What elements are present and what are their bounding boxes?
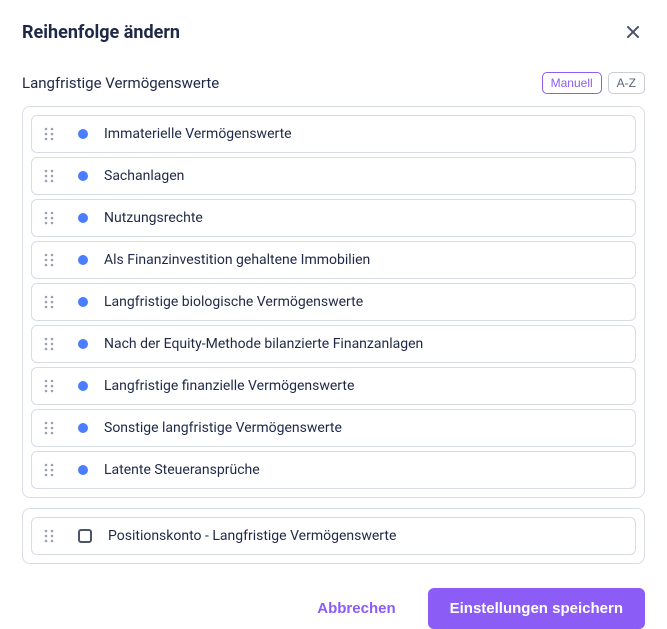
item-indicator-icon <box>78 339 88 349</box>
item-label: Nutzungsrechte <box>104 210 203 226</box>
list-item[interactable]: Langfristige biologische Vermögenswerte <box>31 283 636 321</box>
dialog-header: Reihenfolge ändern <box>22 20 645 44</box>
item-indicator-icon <box>78 255 88 265</box>
drag-handle-icon[interactable] <box>42 295 56 309</box>
item-label: Sonstige langfristige Vermögenswerte <box>104 420 342 436</box>
close-icon <box>625 24 641 40</box>
list-item[interactable]: Latente Steueransprüche <box>31 451 636 489</box>
list-item[interactable]: Positionskonto - Langfristige Vermögensw… <box>31 517 636 555</box>
item-label: Latente Steueransprüche <box>104 462 260 478</box>
item-label: Langfristige biologische Vermögenswerte <box>104 294 363 310</box>
list-item[interactable]: Nutzungsrechte <box>31 199 636 237</box>
items-list: Immaterielle Vermögenswerte Sachanlagen … <box>22 106 645 498</box>
sort-az-button[interactable]: A-Z <box>608 72 645 94</box>
item-label: Als Finanzinvestition gehaltene Immobili… <box>104 252 370 268</box>
item-indicator-icon <box>78 171 88 181</box>
drag-handle-icon[interactable] <box>42 421 56 435</box>
dialog-footer: Abbrechen Einstellungen speichern <box>22 588 645 629</box>
item-label: Langfristige finanzielle Vermögenswerte <box>104 378 354 394</box>
item-indicator-icon <box>78 381 88 391</box>
drag-handle-icon[interactable] <box>42 463 56 477</box>
drag-handle-icon[interactable] <box>42 337 56 351</box>
sort-toggle: Manuell A-Z <box>542 72 645 94</box>
list-item[interactable]: Sachanlagen <box>31 157 636 195</box>
drag-handle-icon[interactable] <box>42 529 56 543</box>
list-item[interactable]: Als Finanzinvestition gehaltene Immobili… <box>31 241 636 279</box>
save-button[interactable]: Einstellungen speichern <box>428 588 645 629</box>
sort-manual-button[interactable]: Manuell <box>542 72 602 94</box>
drag-handle-icon[interactable] <box>42 211 56 225</box>
list-item[interactable]: Langfristige finanzielle Vermögenswerte <box>31 367 636 405</box>
list-item[interactable]: Nach der Equity-Methode bilanzierte Fina… <box>31 325 636 363</box>
section-header: Langfristige Vermögenswerte Manuell A-Z <box>22 72 645 94</box>
item-indicator-icon <box>78 297 88 307</box>
item-label: Positionskonto - Langfristige Vermögensw… <box>108 528 396 544</box>
drag-handle-icon[interactable] <box>42 169 56 183</box>
drag-handle-icon[interactable] <box>42 127 56 141</box>
list-item[interactable]: Sonstige langfristige Vermögenswerte <box>31 409 636 447</box>
item-indicator-icon <box>78 465 88 475</box>
item-indicator-icon <box>78 213 88 223</box>
item-label: Sachanlagen <box>104 168 184 184</box>
close-button[interactable] <box>621 20 645 44</box>
dialog-title: Reihenfolge ändern <box>22 22 180 43</box>
item-label: Nach der Equity-Methode bilanzierte Fina… <box>104 336 423 352</box>
cancel-button[interactable]: Abbrechen <box>295 588 417 629</box>
item-indicator-icon <box>78 129 88 139</box>
item-indicator-icon <box>78 423 88 433</box>
list-item[interactable]: Immaterielle Vermögenswerte <box>31 115 636 153</box>
section-label: Langfristige Vermögenswerte <box>22 74 219 92</box>
position-account-icon <box>78 529 92 543</box>
drag-handle-icon[interactable] <box>42 253 56 267</box>
drag-handle-icon[interactable] <box>42 379 56 393</box>
position-list: Positionskonto - Langfristige Vermögensw… <box>22 508 645 564</box>
item-label: Immaterielle Vermögenswerte <box>104 126 292 142</box>
